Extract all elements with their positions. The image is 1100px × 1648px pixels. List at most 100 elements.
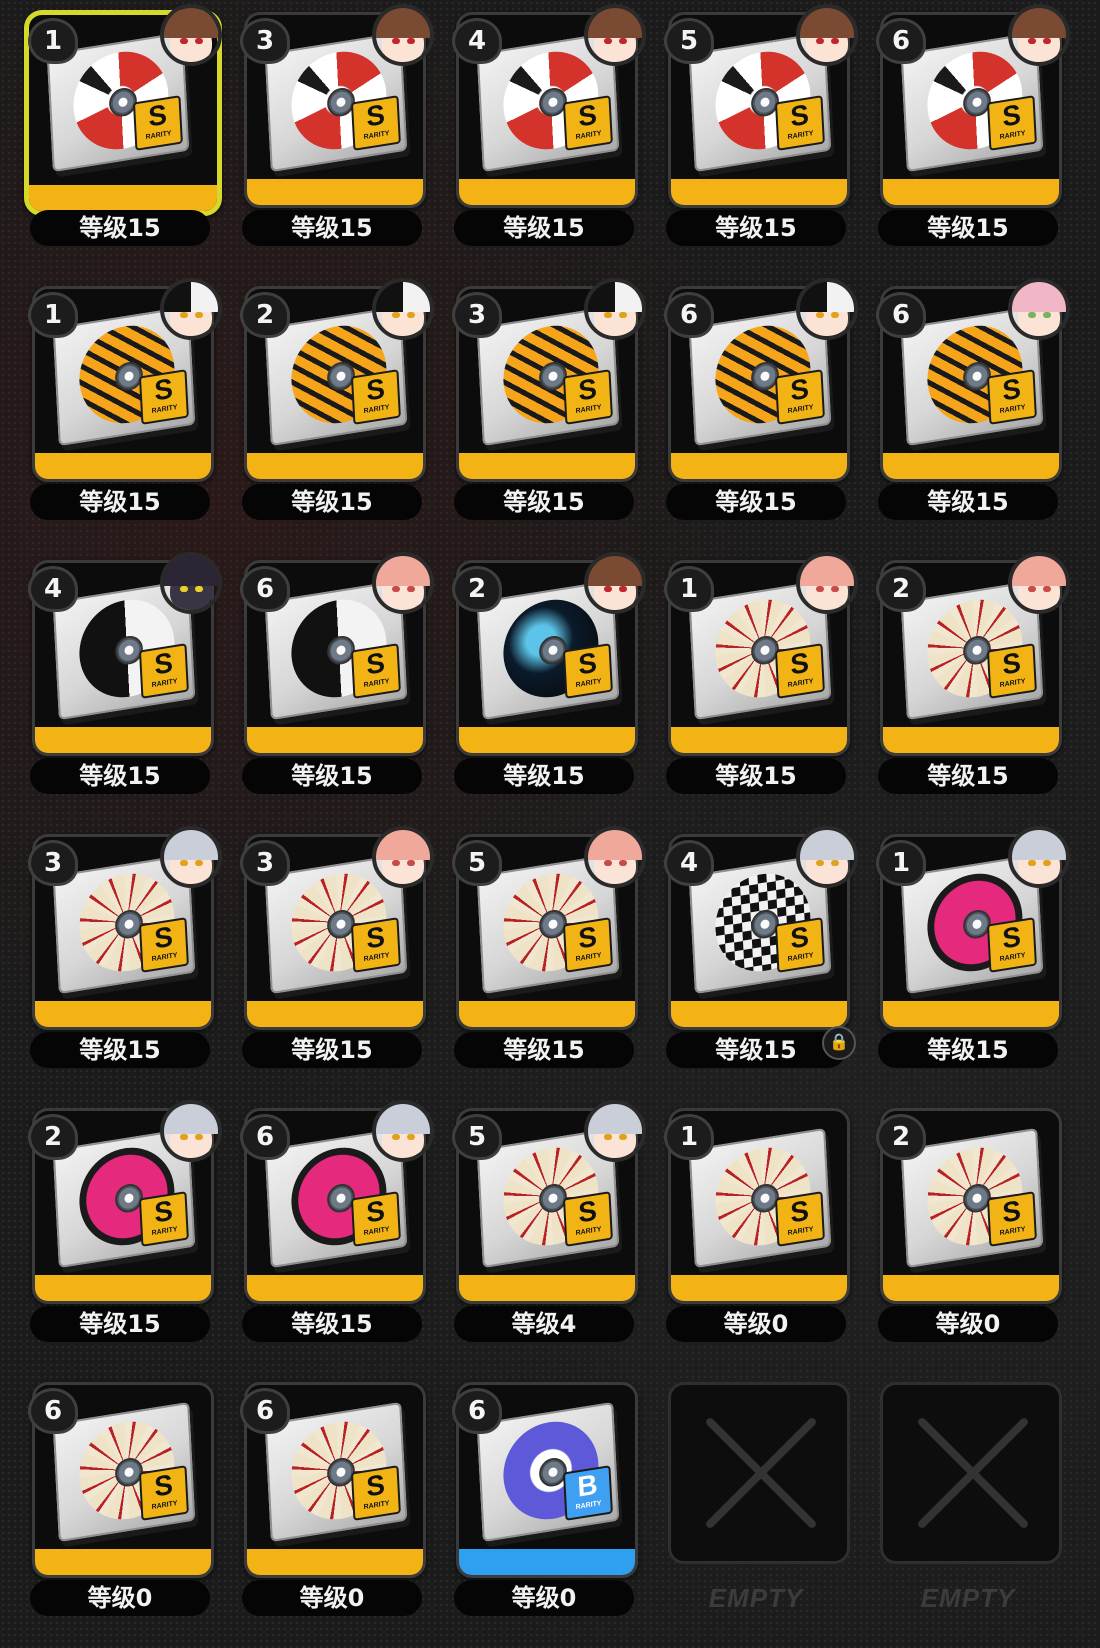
level-label: 等级15 <box>242 1306 422 1342</box>
equipped-agent-avatar <box>584 4 646 66</box>
drive-disc-card[interactable]: 1 S RARITY 等级0 <box>658 1100 870 1374</box>
rarity-bar <box>883 453 1059 479</box>
rarity-bar <box>671 1001 847 1027</box>
level-label: 等级15 <box>454 1032 634 1068</box>
rarity-badge: S RARITY <box>986 95 1037 151</box>
drive-disc-card[interactable]: 3 S RARITY 等级15 <box>234 4 446 278</box>
drive-disc-card[interactable]: 4 S RARITY 🔒 等级15 <box>658 826 870 1100</box>
rarity-bar <box>883 1275 1059 1301</box>
equipped-agent-avatar <box>372 4 434 66</box>
level-label: 等级15 <box>454 758 634 794</box>
drive-disc-card[interactable]: 3 S RARITY 等级15 <box>234 826 446 1100</box>
rarity-badge: S RARITY <box>986 1191 1037 1247</box>
slot-number-badge: 6 <box>876 292 926 338</box>
equipped-agent-avatar <box>584 1100 646 1162</box>
equipped-agent-avatar <box>796 4 858 66</box>
level-label: 等级15 <box>30 1306 210 1342</box>
slot-number-badge: 1 <box>664 1114 714 1160</box>
level-label: 等级0 <box>242 1580 422 1616</box>
rarity-badge: S RARITY <box>562 643 613 699</box>
equipped-agent-avatar <box>372 826 434 888</box>
level-label: 等级15 <box>30 758 210 794</box>
rarity-badge: S RARITY <box>774 1191 825 1247</box>
slot-number-badge: 6 <box>240 1114 290 1160</box>
drive-disc-card[interactable]: 1 S RARITY 等级15 <box>22 4 234 278</box>
drive-disc-card[interactable]: 6 S RARITY 等级15 <box>658 278 870 552</box>
rarity-badge: S RARITY <box>774 643 825 699</box>
drive-disc-card[interactable]: 1 S RARITY 等级15 <box>22 278 234 552</box>
rarity-badge: S RARITY <box>986 643 1037 699</box>
equipped-agent-avatar <box>796 552 858 614</box>
equipped-agent-avatar <box>1008 826 1070 888</box>
drive-disc-card[interactable]: 6 S RARITY 等级0 <box>234 1374 446 1648</box>
level-label: 等级15 <box>878 758 1058 794</box>
rarity-badge: S RARITY <box>774 917 825 973</box>
level-label: 等级0 <box>666 1306 846 1342</box>
rarity-bar <box>459 179 635 205</box>
level-label: 等级15 <box>878 210 1058 246</box>
rarity-badge: S RARITY <box>350 1465 401 1521</box>
slot-number-badge: 3 <box>240 18 290 64</box>
rarity-bar <box>671 1275 847 1301</box>
equipped-agent-avatar <box>160 4 222 66</box>
rarity-badge: S RARITY <box>774 369 825 425</box>
rarity-bar <box>671 179 847 205</box>
rarity-bar <box>35 1001 211 1027</box>
empty-slot[interactable]: EMPTY <box>658 1374 870 1648</box>
equipped-agent-avatar <box>1008 4 1070 66</box>
drive-disc-card[interactable]: 5 S RARITY 等级4 <box>446 1100 658 1374</box>
drive-disc-card[interactable]: 2 S RARITY 等级15 <box>22 1100 234 1374</box>
level-label: 等级15 <box>666 758 846 794</box>
drive-disc-card[interactable]: 5 S RARITY 等级15 <box>446 826 658 1100</box>
level-label: 等级15 <box>878 1032 1058 1068</box>
level-label: 等级15 <box>242 758 422 794</box>
slot-number-badge: 5 <box>452 1114 502 1160</box>
rarity-bar <box>35 1549 211 1575</box>
drive-disc-card[interactable]: 2 S RARITY 等级0 <box>870 1100 1082 1374</box>
empty-label: EMPTY <box>708 1583 804 1613</box>
drive-disc-card[interactable]: 1 S RARITY 等级15 <box>658 552 870 826</box>
drive-disc-card[interactable]: 1 S RARITY 等级15 <box>870 826 1082 1100</box>
rarity-badge: S RARITY <box>562 917 613 973</box>
drive-disc-card[interactable]: 4 S RARITY 等级15 <box>22 552 234 826</box>
equipped-agent-avatar <box>160 826 222 888</box>
rarity-bar <box>247 1275 423 1301</box>
drive-disc-card[interactable]: 6 S RARITY 等级15 <box>870 278 1082 552</box>
drive-disc-card[interactable]: 2 S RARITY 等级15 <box>234 278 446 552</box>
empty-x-icon <box>913 1413 1033 1533</box>
rarity-badge: S RARITY <box>774 95 825 151</box>
rarity-bar <box>247 1001 423 1027</box>
drive-disc-card[interactable]: 6 B RARITY 等级0 <box>446 1374 658 1648</box>
drive-disc-card[interactable]: 6 S RARITY 等级0 <box>22 1374 234 1648</box>
drive-disc-card[interactable]: 6 S RARITY 等级15 <box>870 4 1082 278</box>
drive-disc-card[interactable]: 2 S RARITY 等级15 <box>870 552 1082 826</box>
rarity-badge: S RARITY <box>350 1191 401 1247</box>
empty-slot-frame[interactable] <box>668 1382 850 1564</box>
rarity-bar <box>459 1549 635 1575</box>
drive-disc-card[interactable]: 2 S RARITY 等级15 <box>446 552 658 826</box>
slot-number-badge: 2 <box>452 566 502 612</box>
rarity-badge: S RARITY <box>986 369 1037 425</box>
equipped-agent-avatar <box>796 278 858 340</box>
drive-disc-card[interactable]: 3 S RARITY 等级15 <box>446 278 658 552</box>
drive-disc-card[interactable]: 4 S RARITY 等级15 <box>446 4 658 278</box>
rarity-bar <box>35 727 211 753</box>
level-label: 等级0 <box>30 1580 210 1616</box>
drive-disc-card[interactable]: 6 S RARITY 等级15 <box>234 1100 446 1374</box>
rarity-bar <box>29 185 217 211</box>
slot-number-badge: 6 <box>28 1388 78 1434</box>
slot-number-badge: 1 <box>876 840 926 886</box>
level-label: 等级15 <box>666 484 846 520</box>
rarity-bar <box>35 1275 211 1301</box>
rarity-bar <box>247 727 423 753</box>
drive-disc-card[interactable]: 5 S RARITY 等级15 <box>658 4 870 278</box>
slot-number-badge: 6 <box>876 18 926 64</box>
empty-slot-frame[interactable] <box>880 1382 1062 1564</box>
equipped-agent-avatar <box>1008 552 1070 614</box>
drive-disc-card[interactable]: 6 S RARITY 等级15 <box>234 552 446 826</box>
level-label: 等级15 <box>30 484 210 520</box>
empty-slot[interactable]: EMPTY <box>870 1374 1082 1648</box>
rarity-bar <box>671 727 847 753</box>
drive-disc-card[interactable]: 3 S RARITY 等级15 <box>22 826 234 1100</box>
level-label: 等级15 <box>30 1032 210 1068</box>
